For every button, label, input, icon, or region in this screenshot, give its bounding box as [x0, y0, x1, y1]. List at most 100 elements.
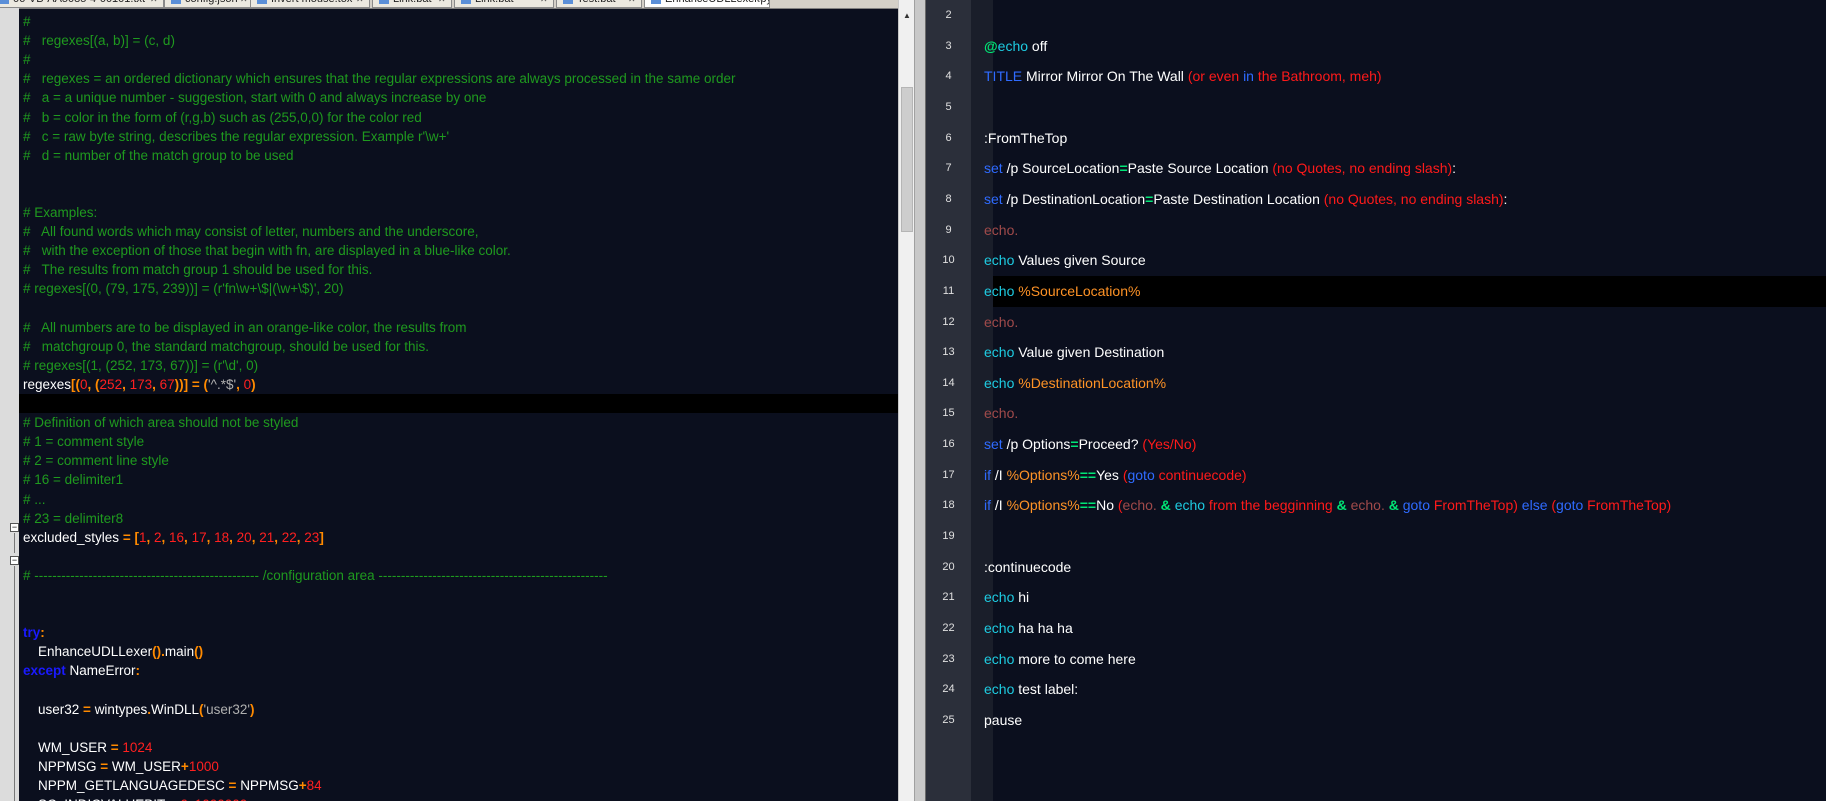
close-icon[interactable]: ✕: [438, 0, 448, 4]
code-line: # a = a unique number - suggestion, star…: [23, 88, 486, 107]
code-token: SC_INDICVALUEBIT: [23, 797, 169, 801]
line-number-margin: 2 3 4 5 6 7 8 9 10 11 12 13 14 15 16 17 18 19 20 21 22 23 24 25: [926, 0, 971, 801]
scrollbar-thumb[interactable]: [901, 87, 913, 232]
code-token: ==: [1079, 466, 1097, 483]
code-line: echo hi: [984, 582, 1029, 613]
code-line: # 2 = comment line style: [23, 451, 169, 470]
code-token: /p Options: [1002, 436, 1071, 453]
code-token: (no Quotes, no ending slash): [1272, 160, 1453, 177]
tab-4[interactable]: Link.bat ✕: [454, 0, 554, 8]
arrow-up-icon[interactable]: ▲: [899, 8, 915, 24]
tab-5[interactable]: Test.bat ✕: [556, 0, 642, 8]
code-token: 'user32': [203, 701, 250, 717]
tab-1[interactable]: config.json✕: [164, 0, 254, 8]
line-number: 25: [942, 713, 955, 726]
code-token: /I: [991, 466, 1007, 483]
code-line: echo.: [984, 215, 1018, 246]
right-editor-pane[interactable]: 2 3 4 5 6 7 8 9 10 11 12 13 14 15 16 17 18 19 20 21 22 23 24 25…: [926, 0, 1826, 801]
code-token: echo.: [1346, 497, 1385, 514]
line-number: 14: [942, 376, 955, 389]
code-token: :continuecode: [984, 558, 1072, 575]
tab-0[interactable]: 06-VB-AA5085-4-00101.txt ✕: [0, 0, 164, 8]
code-token: # ...: [23, 491, 46, 507]
tab-label: Test.bat: [577, 0, 616, 5]
vertical-scrollbar[interactable]: ▲: [898, 0, 915, 801]
code-token: # regexes[(1, (252, 173, 67))] = (r'\d',…: [23, 357, 259, 373]
code-token: WinDLL: [150, 701, 199, 717]
fold-minus-icon[interactable]: −: [10, 556, 19, 565]
fold-margin[interactable]: − −: [0, 8, 19, 801]
code-token: NPPM_GETLANGUAGEDESC: [23, 778, 229, 793]
code-token: Value given Destination: [1014, 344, 1165, 361]
code-token: # with the exception of those that begin…: [23, 243, 511, 259]
code-token: EnhanceUDLLexer: [23, 644, 153, 660]
code-token: in: [1243, 68, 1254, 85]
code-token: , (: [87, 376, 100, 392]
code-token: set: [984, 190, 1003, 207]
line-number: 8: [945, 192, 952, 205]
fold-minus-icon[interactable]: −: [10, 523, 19, 532]
code-token: =: [110, 739, 123, 755]
code-token: WM_USER: [111, 758, 181, 774]
code-token: &: [1336, 497, 1347, 514]
code-line: echo test label:: [984, 674, 1078, 705]
code-token: if: [984, 497, 991, 514]
pane-splitter[interactable]: [914, 0, 926, 801]
code-token: user32: [23, 701, 84, 717]
code-token: Values given Source: [1014, 252, 1146, 269]
code-token: %Options%: [1006, 466, 1080, 483]
close-icon[interactable]: ✕: [356, 0, 366, 4]
code-token: 173: [129, 376, 153, 392]
code-token: echo: [984, 620, 1015, 636]
code-token: ): [251, 376, 256, 392]
code-token: goto: [1556, 497, 1584, 514]
code-line: try:: [23, 623, 45, 642]
code-line: # regexes[(1, (252, 173, 67))] = (r'\d',…: [23, 356, 258, 375]
code-token: =: [228, 778, 241, 793]
code-line: if /I %Options%==No (echo. & echo from t…: [984, 490, 1671, 521]
code-token: # The results from match group 1 should …: [23, 262, 373, 278]
code-line: echo %SourceLocation%: [984, 276, 1140, 307]
close-icon[interactable]: ✕: [756, 0, 766, 4]
code-token: +: [180, 758, 189, 774]
code-line: # --------------------------------------…: [23, 566, 608, 585]
line-number: 19: [942, 530, 955, 543]
code-token: regexes: [23, 376, 72, 392]
code-token: ,: [184, 529, 192, 545]
code-token: echo: [984, 681, 1015, 698]
left-editor-pane[interactable]: 06-VB-AA5085-4-00101.txt✕config.json✕Inv…: [0, 0, 898, 801]
line-number: 22: [942, 622, 955, 634]
close-icon[interactable]: ✕: [240, 0, 250, 4]
close-icon[interactable]: ✕: [628, 0, 638, 4]
code-line: echo Values given Source: [984, 245, 1146, 276]
code-token: continuecode): [1154, 466, 1247, 483]
code-line: NPPM_GETLANGUAGEDESC = NPPMSG+84: [23, 776, 322, 795]
line-number: 18: [942, 499, 955, 512]
tab-2[interactable]: Invert mouse.tox ✕: [250, 0, 370, 8]
tab-6[interactable]: EnhanceUDLLexer.py✕: [644, 0, 770, 8]
code-token: ,: [161, 529, 170, 545]
code-token: hi: [1014, 589, 1030, 606]
close-icon[interactable]: ✕: [150, 0, 160, 4]
code-token: No: [1096, 497, 1118, 514]
close-icon[interactable]: ✕: [540, 0, 550, 4]
code-token: NPPMSG: [240, 778, 299, 793]
code-token: /I: [991, 497, 1007, 514]
file-icon: [461, 0, 471, 5]
tab-3[interactable]: Link.bat ✕: [372, 0, 452, 8]
code-line: # Definition of which area should not be…: [23, 413, 298, 432]
code-token: # 23 = delimiter8: [23, 510, 124, 526]
file-icon: [651, 0, 661, 5]
code-token: &: [1384, 497, 1403, 514]
code-token: ,: [206, 529, 215, 545]
code-token: if: [984, 466, 991, 483]
line-number: 6: [945, 131, 952, 144]
code-line: # regexes[(0, (79, 175, 239))] = (r'fn\w…: [23, 279, 343, 298]
code-token: 21: [259, 529, 275, 545]
code-line: NPPMSG = WM_USER+1000: [23, 757, 219, 776]
line-number: 21: [942, 591, 955, 604]
code-line: excluded_styles = [1, 2, 16, 17, 18, 20,…: [23, 528, 324, 547]
code-token: ,: [152, 376, 160, 392]
code-token: ().: [152, 644, 165, 660]
code-token: ))] = (: [174, 376, 209, 392]
